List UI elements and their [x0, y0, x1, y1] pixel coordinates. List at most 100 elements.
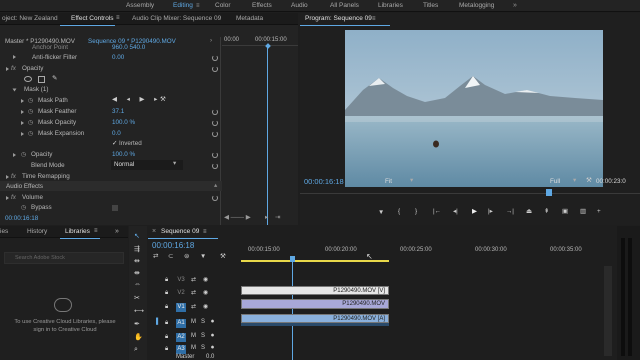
step-forward-icon[interactable]: |▸ [488, 208, 493, 215]
timeline-timecode[interactable]: 00:00:16:18 [152, 241, 194, 250]
zoom-icon[interactable]: ⌕ [134, 346, 138, 354]
tab-project[interactable]: oject: New Zealand [2, 15, 58, 22]
rate-stretch-icon[interactable]: ⇔ [134, 281, 141, 288]
fit-select[interactable]: Fit [385, 178, 392, 185]
workspace-effects[interactable]: Effects [252, 2, 272, 9]
zoom-slider-icon[interactable]: ◀ ─── ▶ [224, 214, 251, 221]
mask-path-tracking-icons[interactable]: ◀ ◂ ▶ ▸ [112, 96, 161, 103]
reset-icon[interactable] [212, 152, 218, 158]
tab-effect-controls[interactable]: Effect Controls [71, 15, 114, 22]
expand-anti-flicker-icon[interactable] [13, 55, 16, 59]
vertical-scrollbar[interactable] [604, 266, 612, 356]
workspace-metalogging[interactable]: Metalogging [459, 2, 494, 9]
stopwatch-icon[interactable]: ◷ [28, 97, 33, 104]
stopwatch-icon[interactable]: ◷ [28, 108, 33, 115]
workspace-editing[interactable]: Editing [173, 2, 193, 9]
solo-button[interactable]: S [201, 333, 205, 339]
wrench-icon[interactable]: ⚒ [160, 96, 166, 103]
expand-mask-feather-icon[interactable] [21, 110, 24, 114]
eye-icon[interactable]: ◉ [203, 276, 208, 283]
add-button-icon[interactable]: + [597, 208, 601, 215]
adobe-stock-search[interactable]: Search Adobe Stock [4, 252, 124, 264]
rectangle-mask-icon[interactable] [38, 76, 45, 83]
tab-sequence[interactable]: Sequence 09 [161, 228, 199, 235]
stopwatch-icon[interactable]: ◷ [21, 151, 26, 158]
sync-icon[interactable]: ⇄ [191, 303, 196, 310]
hand-icon[interactable]: ✋ [134, 333, 143, 341]
go-to-in-icon[interactable]: |← [433, 208, 441, 215]
tab-history[interactable]: History [27, 228, 47, 235]
mic-icon[interactable]: ⏺ [211, 319, 214, 326]
track-a2-label[interactable]: A2 [176, 333, 186, 342]
go-icon[interactable]: ▸ [265, 214, 268, 221]
lock-icon[interactable]: 🔒︎ [165, 290, 168, 297]
menu-icon[interactable]: ≡ [196, 3, 200, 9]
collapse-mask-icon[interactable] [12, 88, 17, 92]
sync-icon[interactable]: ⇄ [191, 276, 196, 283]
reset-icon[interactable] [212, 109, 218, 115]
slip-icon[interactable]: ⟷ [134, 307, 144, 315]
linked-selection-icon[interactable]: ⊜ [184, 253, 189, 260]
stopwatch-icon[interactable]: ◷ [21, 204, 26, 211]
tab-audio-clip-mixer[interactable]: Audio Clip Mixer: Sequence 09 [132, 15, 221, 22]
rolling-edit-icon[interactable]: ⇼ [134, 269, 140, 277]
tab-menu-icon[interactable]: ≡ [94, 228, 98, 234]
ripple-edit-icon[interactable]: ⇹ [134, 257, 140, 265]
panel-menu-icon[interactable]: ≡ [372, 16, 376, 22]
workspace-libraries[interactable]: Libraries [378, 2, 403, 9]
camera-icon[interactable]: ▣ [562, 208, 568, 215]
ellipse-mask-icon[interactable] [24, 76, 32, 82]
snap-icon[interactable]: ⊂ [168, 253, 173, 260]
lift-icon[interactable]: ⏏ [526, 208, 532, 215]
more-tabs-icon[interactable]: » [115, 228, 119, 235]
mute-button[interactable]: M [191, 345, 196, 351]
solo-button[interactable]: S [201, 345, 205, 351]
expand-time-remap-icon[interactable] [6, 175, 9, 179]
anchor-point-value[interactable]: 960.0 540.0 [112, 44, 145, 51]
expand-mask-expansion-icon[interactable] [21, 132, 24, 136]
master-track-value[interactable]: 0.0 [206, 354, 214, 360]
stopwatch-icon[interactable]: ◷ [28, 130, 33, 137]
add-marker-icon[interactable]: ▼ [200, 253, 206, 260]
clip-a1[interactable]: P1290490.MOV [A] [241, 314, 389, 323]
tab-menu-icon[interactable]: ≡ [203, 229, 207, 235]
workspace-all-panels[interactable]: All Panels [330, 2, 359, 9]
reset-icon[interactable] [212, 131, 218, 137]
step-back-icon[interactable]: ◂| [453, 208, 458, 215]
workspace-titles[interactable]: Titles [423, 2, 438, 9]
track-a1-label[interactable]: A1 [176, 319, 186, 328]
track-v3-label[interactable]: V3 [176, 276, 186, 285]
close-icon[interactable]: × [152, 228, 156, 235]
lock-icon[interactable]: 🔒︎ [165, 304, 168, 311]
workspace-audio[interactable]: Audio [291, 2, 308, 9]
reset-icon[interactable] [212, 120, 218, 126]
mark-out-icon[interactable]: } [415, 208, 417, 215]
ec-timecode[interactable]: 00:00:16:18 [5, 215, 38, 222]
reset-icon[interactable] [212, 55, 218, 61]
bypass-checkbox[interactable] [112, 205, 118, 211]
program-timecode[interactable]: 00:00:16:18 [304, 177, 344, 186]
tab-effects[interactable]: ies [0, 228, 8, 235]
workspace-assembly[interactable]: Assembly [126, 2, 154, 9]
lock-icon[interactable]: 🔒︎ [165, 277, 168, 284]
anti-flicker-value[interactable]: 0.00 [112, 54, 124, 61]
mask-feather-value[interactable]: 37.1 [112, 108, 124, 115]
mute-button[interactable]: M [191, 319, 196, 325]
solo-button[interactable]: S [201, 319, 205, 325]
chevron-down-icon[interactable]: ▾ [410, 177, 413, 184]
collapse-opacity-icon[interactable] [6, 67, 9, 71]
mic-icon[interactable]: ⏺ [211, 333, 214, 340]
scroll-up-icon[interactable]: ▴ [214, 182, 217, 189]
chevron-down-icon[interactable]: ▾ [573, 177, 576, 184]
pen-mask-icon[interactable]: ✎ [52, 75, 57, 82]
tab-menu-icon[interactable]: ≡ [116, 15, 120, 21]
nest-icon[interactable]: ⇄ [153, 253, 158, 260]
clip-v1[interactable]: P1290490.MOV [241, 299, 389, 309]
lock-icon[interactable]: 🔒︎ [165, 320, 168, 327]
resolution-select[interactable]: Full [550, 178, 560, 185]
mask-expansion-value[interactable]: 0.0 [112, 130, 121, 137]
reset-icon[interactable] [212, 195, 218, 201]
expand-mask-opacity-icon[interactable] [21, 121, 24, 125]
sync-icon[interactable]: ⇄ [191, 289, 196, 296]
tab-metadata[interactable]: Metadata [236, 15, 263, 22]
